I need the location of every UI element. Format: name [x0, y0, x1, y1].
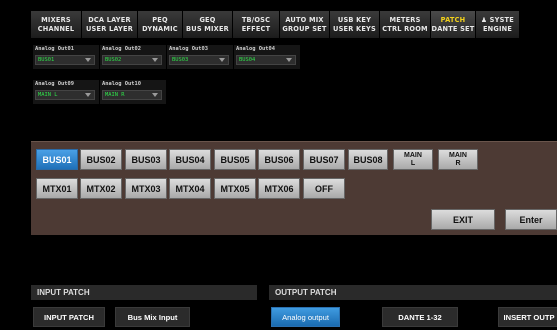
analog-out-chip: Analog Out01 BUS01 — [33, 45, 99, 69]
tab-syste[interactable]: ♟ SYSTE ENGINE — [476, 11, 520, 38]
tab-label-top: AUTO MIX — [285, 15, 324, 24]
tab-label-top: PATCH — [440, 15, 466, 24]
dropdown-arrow-icon — [152, 58, 158, 62]
matrix-option-button[interactable]: MTX02 — [80, 178, 122, 199]
matrix-option-button[interactable]: MTX03 — [125, 178, 167, 199]
tab-meters[interactable]: METERS CTRL ROOM — [380, 11, 431, 38]
tab-label-top: METERS — [389, 15, 421, 24]
bus-option-button[interactable]: MAIN L — [393, 149, 433, 170]
tab-mixers[interactable]: MIXERS CHANNEL — [31, 11, 82, 38]
bus-option-button[interactable]: BUS08 — [348, 149, 388, 170]
dropdown-arrow-icon — [85, 58, 91, 62]
bus-option-button[interactable]: BUS05 — [214, 149, 256, 170]
analog-out-chip: Analog Out09 MAIN L — [33, 80, 99, 104]
tab-label-bottom: GROUP SET — [282, 24, 327, 33]
analog-out-label: Analog Out04 — [236, 46, 275, 52]
dropdown-arrow-icon — [152, 93, 158, 97]
tab-label-bottom: USER KEYS — [333, 24, 376, 33]
bus-option-button[interactable]: BUS06 — [258, 149, 300, 170]
input-patch-header: INPUT PATCH — [31, 285, 257, 300]
bus-option-button[interactable]: BUS01 — [36, 149, 78, 170]
analog-out-value: BUS04 — [239, 57, 256, 63]
option-sublabel: L — [410, 159, 416, 167]
analog-output-button[interactable]: Analog output — [271, 307, 340, 327]
analog-out-label: Analog Out01 — [35, 46, 74, 52]
tab-label-bottom: DANTE SET — [431, 24, 475, 33]
matrix-option-button[interactable]: MTX06 — [258, 178, 300, 199]
tab-label-top: ♟ SYSTE — [481, 15, 514, 24]
input-patch-button[interactable]: INPUT PATCH — [33, 307, 105, 327]
analog-out-select[interactable]: BUS02 — [102, 55, 162, 65]
analog-out-chip: Analog Out02 BUS02 — [100, 45, 166, 69]
tab-label-top: MIXERS — [41, 15, 71, 24]
tab-peq[interactable]: PEQ DYNAMIC — [138, 11, 183, 38]
bus-option-button[interactable]: BUS04 — [169, 149, 211, 170]
tab-label-bottom: CHANNEL — [37, 24, 75, 33]
tab-auto-mix[interactable]: AUTO MIX GROUP SET — [280, 11, 330, 38]
tab-label-bottom: EFFECT — [241, 24, 271, 33]
analog-out-value: MAIN L — [38, 92, 58, 98]
tab-dca-layer[interactable]: DCA LAYER USER LAYER — [82, 11, 138, 38]
analog-out-value: BUS03 — [172, 57, 189, 63]
tab-label-top: GEQ — [199, 15, 216, 24]
analog-out-chip: Analog Out03 BUS03 — [167, 45, 233, 69]
analog-out-select[interactable]: BUS01 — [35, 55, 95, 65]
bus-option-button[interactable]: BUS02 — [80, 149, 122, 170]
analog-out-select[interactable]: MAIN R — [102, 90, 162, 100]
matrix-option-button[interactable]: OFF — [303, 178, 345, 199]
option-sublabel: R — [455, 159, 461, 167]
bus-option-button[interactable]: BUS03 — [125, 149, 167, 170]
option-label: MAIN — [449, 151, 467, 159]
tab-label-top: TB/OSC — [241, 15, 271, 24]
bus-mix-input-button[interactable]: Bus Mix Input — [115, 307, 190, 327]
dropdown-arrow-icon — [286, 58, 292, 62]
analog-out-select[interactable]: BUS03 — [169, 55, 229, 65]
tab-label-bottom: ENGINE — [482, 24, 513, 33]
analog-out-value: MAIN R — [105, 92, 125, 98]
dropdown-arrow-icon — [219, 58, 225, 62]
analog-out-select[interactable]: MAIN L — [35, 90, 95, 100]
bus-select-popup: BUS01 BUS02 BUS03 BUS04 BUS05 BUS06 BUS07 BUS08… — [31, 141, 557, 235]
exit-button[interactable]: EXIT — [431, 209, 495, 230]
tab-label-top: DCA LAYER — [88, 15, 131, 24]
matrix-option-button[interactable]: MTX01 — [36, 178, 78, 199]
dropdown-arrow-icon — [85, 93, 91, 97]
tab-label-bottom: CTRL ROOM — [382, 24, 428, 33]
analog-out-chip: Analog Out10 MAIN R — [100, 80, 166, 104]
analog-out-label: Analog Out03 — [169, 46, 208, 52]
bus-option-button[interactable]: MAIN R — [438, 149, 478, 170]
tab-label-top: USB KEY — [337, 15, 372, 24]
analog-out-label: Analog Out02 — [102, 46, 141, 52]
dante-1-32-button[interactable]: DANTE 1-32 — [382, 307, 458, 327]
tab-label-bottom: USER LAYER — [85, 24, 133, 33]
enter-button[interactable]: Enter — [505, 209, 557, 230]
tab-tb-osc[interactable]: TB/OSC EFFECT — [233, 11, 280, 38]
top-tab-bar: MIXERS CHANNEL DCA LAYER USER LAYER PEQ DYNAM… — [31, 11, 520, 38]
tab-usb-key[interactable]: USB KEY USER KEYS — [330, 11, 380, 38]
tab-label-bottom: DYNAMIC — [142, 24, 178, 33]
analog-out-select[interactable]: BUS04 — [236, 55, 296, 65]
option-label: MAIN — [404, 151, 422, 159]
analog-out-label: Analog Out09 — [35, 81, 74, 87]
analog-out-value: BUS02 — [105, 57, 122, 63]
tab-patch[interactable]: PATCH DANTE SET — [431, 11, 476, 38]
tab-label-top: PEQ — [152, 15, 168, 24]
bus-option-button[interactable]: BUS07 — [303, 149, 345, 170]
tab-label-bottom: BUS MIXER — [186, 24, 229, 33]
matrix-option-button[interactable]: MTX04 — [169, 178, 211, 199]
matrix-option-button[interactable]: MTX05 — [214, 178, 256, 199]
insert-output-button[interactable]: INSERT OUTP — [498, 307, 557, 327]
analog-out-chip: Analog Out04 BUS04 — [234, 45, 300, 69]
output-patch-header: OUTPUT PATCH — [269, 285, 557, 300]
analog-out-label: Analog Out10 — [102, 81, 141, 87]
tab-geq[interactable]: GEQ BUS MIXER — [183, 11, 233, 38]
analog-out-value: BUS01 — [38, 57, 55, 63]
